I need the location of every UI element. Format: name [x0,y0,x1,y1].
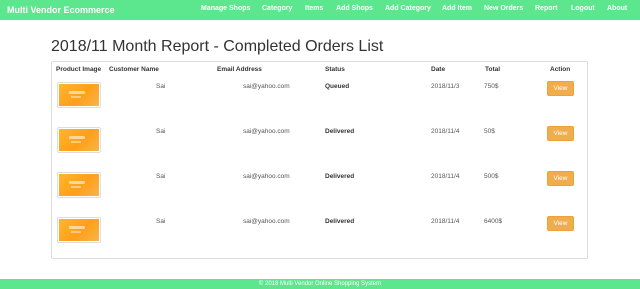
col-header-date: Date [431,66,446,73]
customer-name: Sai [156,218,166,225]
nav-add-category[interactable]: Add Category [385,5,431,12]
order-total: 6400$ [484,218,503,225]
col-header-action: Action [550,66,571,73]
nav-items[interactable]: Items [305,5,323,12]
view-button[interactable]: View [547,216,574,231]
product-thumbnail [57,127,101,153]
order-status: Delivered [325,128,355,135]
order-total: 500$ [484,173,499,180]
nav-report[interactable]: Report [535,5,558,12]
product-thumbnail [57,82,101,108]
nav-category[interactable]: Category [262,5,292,12]
col-header-status: Status [325,66,345,73]
nav-new-orders[interactable]: New Orders [484,5,523,12]
order-date: 2018/11/4 [431,128,460,135]
orders-table-panel [51,61,588,259]
col-header-product-image: Product Image [56,66,102,73]
order-date: 2018/11/3 [431,83,460,90]
order-total: 50$ [484,128,495,135]
customer-name: Sai [156,128,166,135]
order-status: Queued [325,83,350,90]
product-thumbnail [57,172,101,198]
email-address: sai@yahoo.com [243,173,290,180]
customer-name: Sai [156,83,166,90]
col-header-customer-name: Customer Name [109,66,159,73]
customer-name: Sai [156,173,166,180]
view-button[interactable]: View [547,171,574,186]
order-date: 2018/11/4 [431,173,460,180]
view-button[interactable]: View [547,126,574,141]
col-header-total: Total [485,66,501,73]
col-header-email: Email Address [217,66,262,73]
order-total: 750$ [484,83,499,90]
email-address: sai@yahoo.com [243,218,290,225]
nav-add-item[interactable]: Add Item [442,5,472,12]
page-title: 2018/11 Month Report - Completed Orders … [51,38,384,55]
footer: © 2018 Multi Vendor Online Shopping Syst… [0,279,640,289]
email-address: sai@yahoo.com [243,83,290,90]
email-address: sai@yahoo.com [243,128,290,135]
view-button[interactable]: View [547,81,574,96]
nav-logout[interactable]: Logout [571,5,595,12]
order-status: Delivered [325,218,355,225]
nav-about[interactable]: About [607,5,627,12]
nav-add-shops[interactable]: Add Shops [336,5,373,12]
order-status: Delivered [325,173,355,180]
order-date: 2018/11/4 [431,218,460,225]
nav-manage-shops[interactable]: Manage Shops [201,5,250,12]
product-thumbnail [57,217,101,243]
nav-menu: Manage Shops Category Items Add Shops Ad… [0,0,640,20]
